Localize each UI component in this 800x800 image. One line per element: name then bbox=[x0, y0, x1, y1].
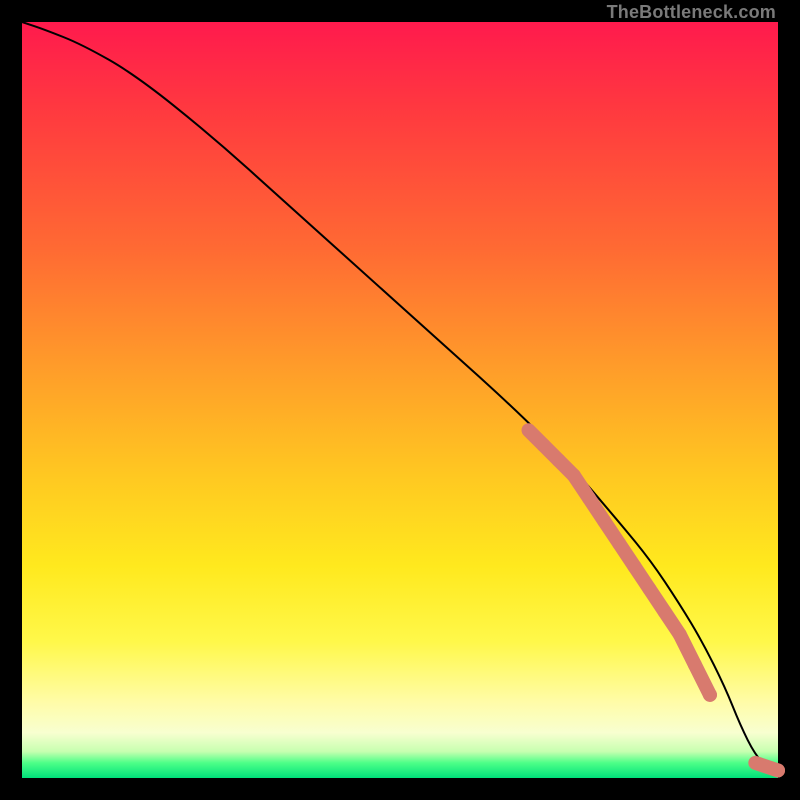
marker-group bbox=[529, 430, 778, 770]
bottleneck-curve bbox=[22, 22, 778, 770]
chart-svg bbox=[22, 22, 778, 778]
chart-stage: TheBottleneck.com bbox=[0, 0, 800, 800]
attribution-label: TheBottleneck.com bbox=[607, 2, 776, 23]
plot-area bbox=[22, 22, 778, 778]
